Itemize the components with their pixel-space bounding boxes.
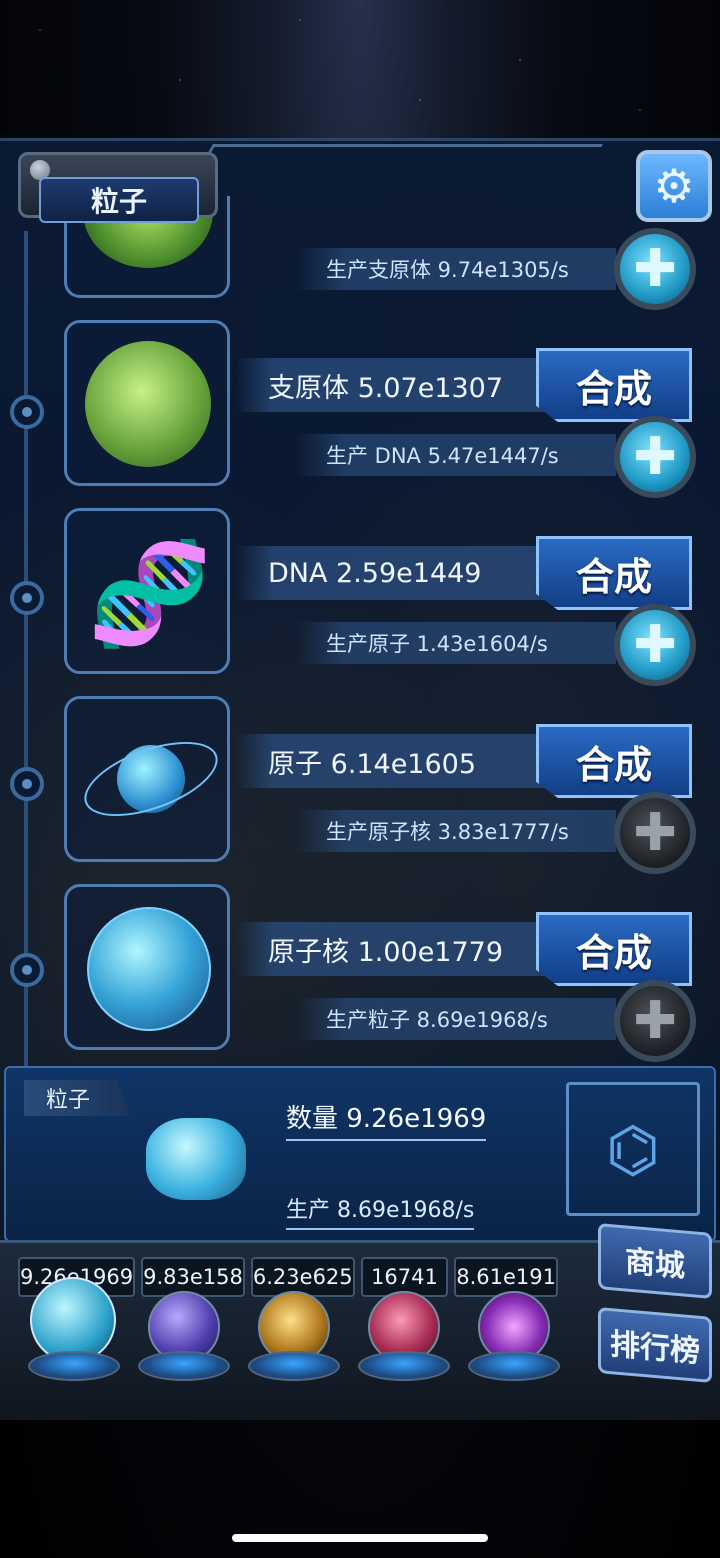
particle-count: 数量 9.26e1969: [286, 1098, 487, 1141]
item-card-mycoplasma[interactable]: [64, 320, 230, 486]
rail-node: [10, 395, 44, 429]
settings-button[interactable]: ⚙: [636, 150, 712, 222]
upgrade-plus-button[interactable]: ✚: [614, 228, 696, 310]
page-title: 粒子: [39, 177, 199, 223]
produce-label-row1: 生产 DNA 5.47e1447/s: [296, 434, 616, 476]
resource-slot-energy[interactable]: [134, 1291, 234, 1387]
synthesize-button[interactable]: 合成: [536, 536, 692, 610]
rail-node: [10, 581, 44, 615]
slot-base: [28, 1351, 120, 1381]
mycoplasma-icon: [85, 341, 211, 467]
produce-label-row3: 生产原子核 3.83e1777/s: [296, 810, 616, 852]
slot-base: [138, 1351, 230, 1381]
gear-icon: ⚙: [653, 159, 695, 213]
upgrade-plus-button[interactable]: ✚: [614, 416, 696, 498]
home-indicator[interactable]: [232, 1534, 488, 1542]
starfield-background: [0, 0, 720, 140]
produce-label-row0: 生产支原体 9.74e1305/s: [296, 248, 616, 290]
resource-slot-brain[interactable]: [354, 1291, 454, 1387]
upgrade-plus-button[interactable]: ✚: [614, 604, 696, 686]
particle-icon: [146, 1118, 246, 1200]
synthesize-button[interactable]: 合成: [536, 912, 692, 986]
item-card-dna[interactable]: 🧬: [64, 508, 230, 674]
slot-base: [358, 1351, 450, 1381]
slot-base: [468, 1351, 560, 1381]
game-screen: { "header": { "title": "粒子", "settings_i…: [0, 0, 720, 1558]
rail-node: [10, 767, 44, 801]
resource-slot-particle[interactable]: [24, 1277, 124, 1387]
rail-node: [10, 953, 44, 987]
shop-button[interactable]: 商城: [598, 1223, 712, 1299]
produce-label-row4: 生产粒子 8.69e1968/s: [296, 998, 616, 1040]
produce-label-row2: 生产原子 1.43e1604/s: [296, 622, 616, 664]
dna-decoration-icon: ⌬: [566, 1082, 700, 1216]
title-plate: 粒子: [18, 152, 218, 223]
particle-info-panel: 粒子 数量 9.26e1969 生产 8.69e1968/s ⌬: [4, 1066, 716, 1242]
info-tag: 粒子: [24, 1080, 130, 1116]
resource-slot-vortex[interactable]: [464, 1291, 564, 1387]
dna-helix-icon: 🧬: [87, 535, 213, 652]
upgrade-plus-button-disabled[interactable]: ✚: [614, 980, 696, 1062]
item-card-nucleus[interactable]: [64, 884, 230, 1050]
header: 粒子: [8, 144, 718, 226]
header-frame: [195, 144, 603, 174]
leaderboard-button[interactable]: 排行榜: [598, 1307, 712, 1383]
resource-slot-galaxy[interactable]: [244, 1291, 344, 1387]
particle-rate: 生产 8.69e1968/s: [286, 1192, 475, 1230]
synthesize-button[interactable]: 合成: [536, 348, 692, 422]
nucleus-icon: [87, 907, 211, 1031]
atom-orbit: [74, 726, 228, 832]
synthesize-button[interactable]: 合成: [536, 724, 692, 798]
slot-base: [248, 1351, 340, 1381]
upgrade-plus-button-disabled[interactable]: ✚: [614, 792, 696, 874]
item-card-atom[interactable]: [64, 696, 230, 862]
